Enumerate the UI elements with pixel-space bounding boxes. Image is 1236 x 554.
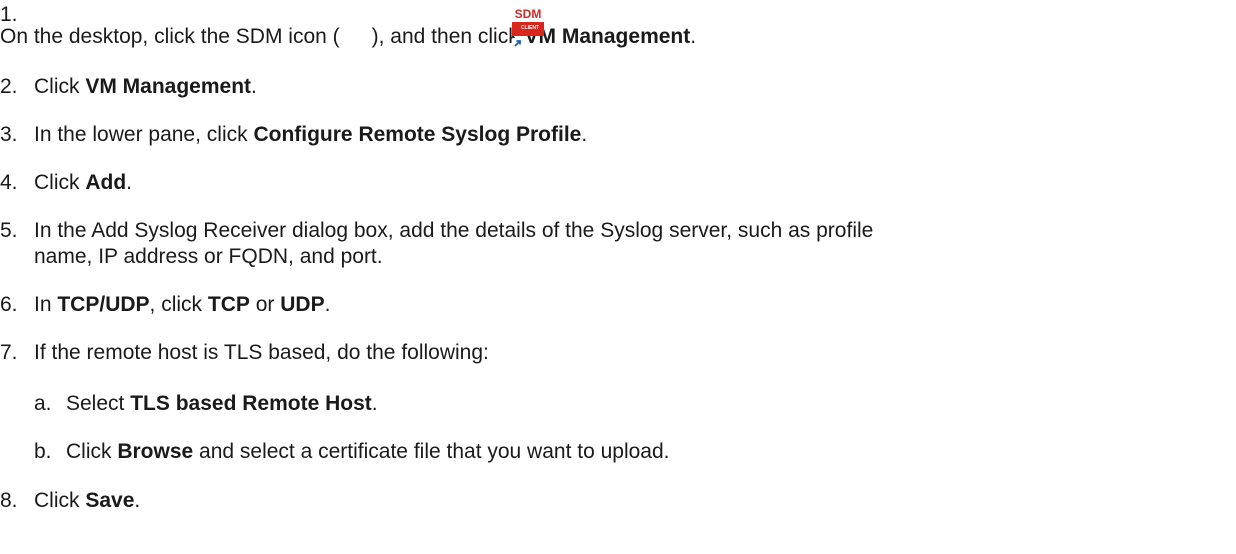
step-7b: b. Click Browse and select a certificate … — [34, 439, 670, 465]
step-7b-bold: Browse — [117, 440, 194, 463]
step-3: 3. In the lower pane, click Configure Rem… — [0, 122, 587, 148]
step-1-text-post: ), and then click — [371, 25, 525, 48]
step-3-end: . — [581, 123, 588, 146]
step-7a-end: . — [371, 392, 378, 415]
sdm-icon-badge: CLIENT — [512, 22, 544, 48]
step-6-text-mid-1: , click — [149, 293, 208, 316]
step-7b-text-post: and select a certificate file that you w… — [193, 440, 670, 463]
step-7b-letter: b. — [34, 440, 52, 463]
sdm-icon-label: SDM — [514, 7, 542, 21]
step-4-number: 4. — [0, 171, 18, 194]
sdm-client-icon: SDM CLIENT — [512, 7, 544, 48]
step-6-text-mid-2: or — [249, 293, 281, 316]
step-4-text: Click — [34, 171, 86, 194]
step-7a-text: Select — [66, 392, 131, 415]
step-5-number: 5. — [0, 219, 18, 242]
step-7a-letter: a. — [34, 392, 52, 415]
step-5-line-1: In the Add Syslog Receiver dialog box, a… — [34, 219, 874, 242]
step-8-number: 8. — [0, 489, 18, 512]
step-3-text: In the lower pane, click — [34, 123, 254, 146]
step-7: 7. If the remote host is TLS based, do th… — [0, 340, 489, 366]
step-2-text: Click — [34, 75, 86, 98]
step-3-number: 3. — [0, 123, 18, 146]
step-5: 5. In the Add Syslog Receiver dialog box,… — [0, 218, 873, 244]
step-1-end: . — [690, 25, 697, 48]
step-6-text-pre: In — [34, 293, 58, 316]
step-3-bold: Configure Remote Syslog Profile — [253, 123, 582, 146]
step-7-number: 7. — [0, 341, 18, 364]
step-8: 8. Click Save. — [0, 488, 140, 514]
step-6-bold-3: UDP — [280, 293, 325, 316]
step-4-end: . — [126, 171, 133, 194]
step-2: 2. Click VM Management. — [0, 74, 257, 100]
step-1: On the desktop, click the SDM icon ( ), a… — [0, 24, 696, 50]
step-6-number: 6. — [0, 293, 18, 316]
step-8-bold: Save — [85, 489, 135, 512]
step-1-bold: VM Management — [524, 25, 691, 48]
step-7b-text-pre: Click — [66, 440, 118, 463]
step-1-text-pre: On the desktop, click the SDM icon ( — [0, 25, 340, 48]
step-7-text: If the remote host is TLS based, do the … — [34, 341, 489, 364]
step-6: 6. In TCP/UDP, click TCP or UDP. — [0, 292, 330, 318]
step-6-bold-1: TCP/UDP — [57, 293, 150, 316]
step-2-number: 2. — [0, 75, 18, 98]
step-6-bold-2: TCP — [207, 293, 250, 316]
step-6-end: . — [324, 293, 331, 316]
step-5-line-2: name, IP address or FQDN, and port. — [34, 245, 383, 268]
step-7a: a. Select TLS based Remote Host. — [34, 391, 378, 417]
shortcut-arrow-icon — [513, 38, 522, 48]
step-5-continuation: name, IP address or FQDN, and port. — [34, 244, 383, 270]
sdm-icon-sublabel: CLIENT — [521, 25, 540, 31]
step-2-end: . — [251, 75, 257, 98]
step-8-text: Click — [34, 489, 86, 512]
step-4: 4. Click Add. — [0, 170, 132, 196]
step-7a-bold: TLS based Remote Host — [130, 392, 372, 415]
step-2-bold: VM Management — [85, 75, 252, 98]
step-8-end: . — [134, 489, 141, 512]
step-4-bold: Add — [85, 171, 127, 194]
